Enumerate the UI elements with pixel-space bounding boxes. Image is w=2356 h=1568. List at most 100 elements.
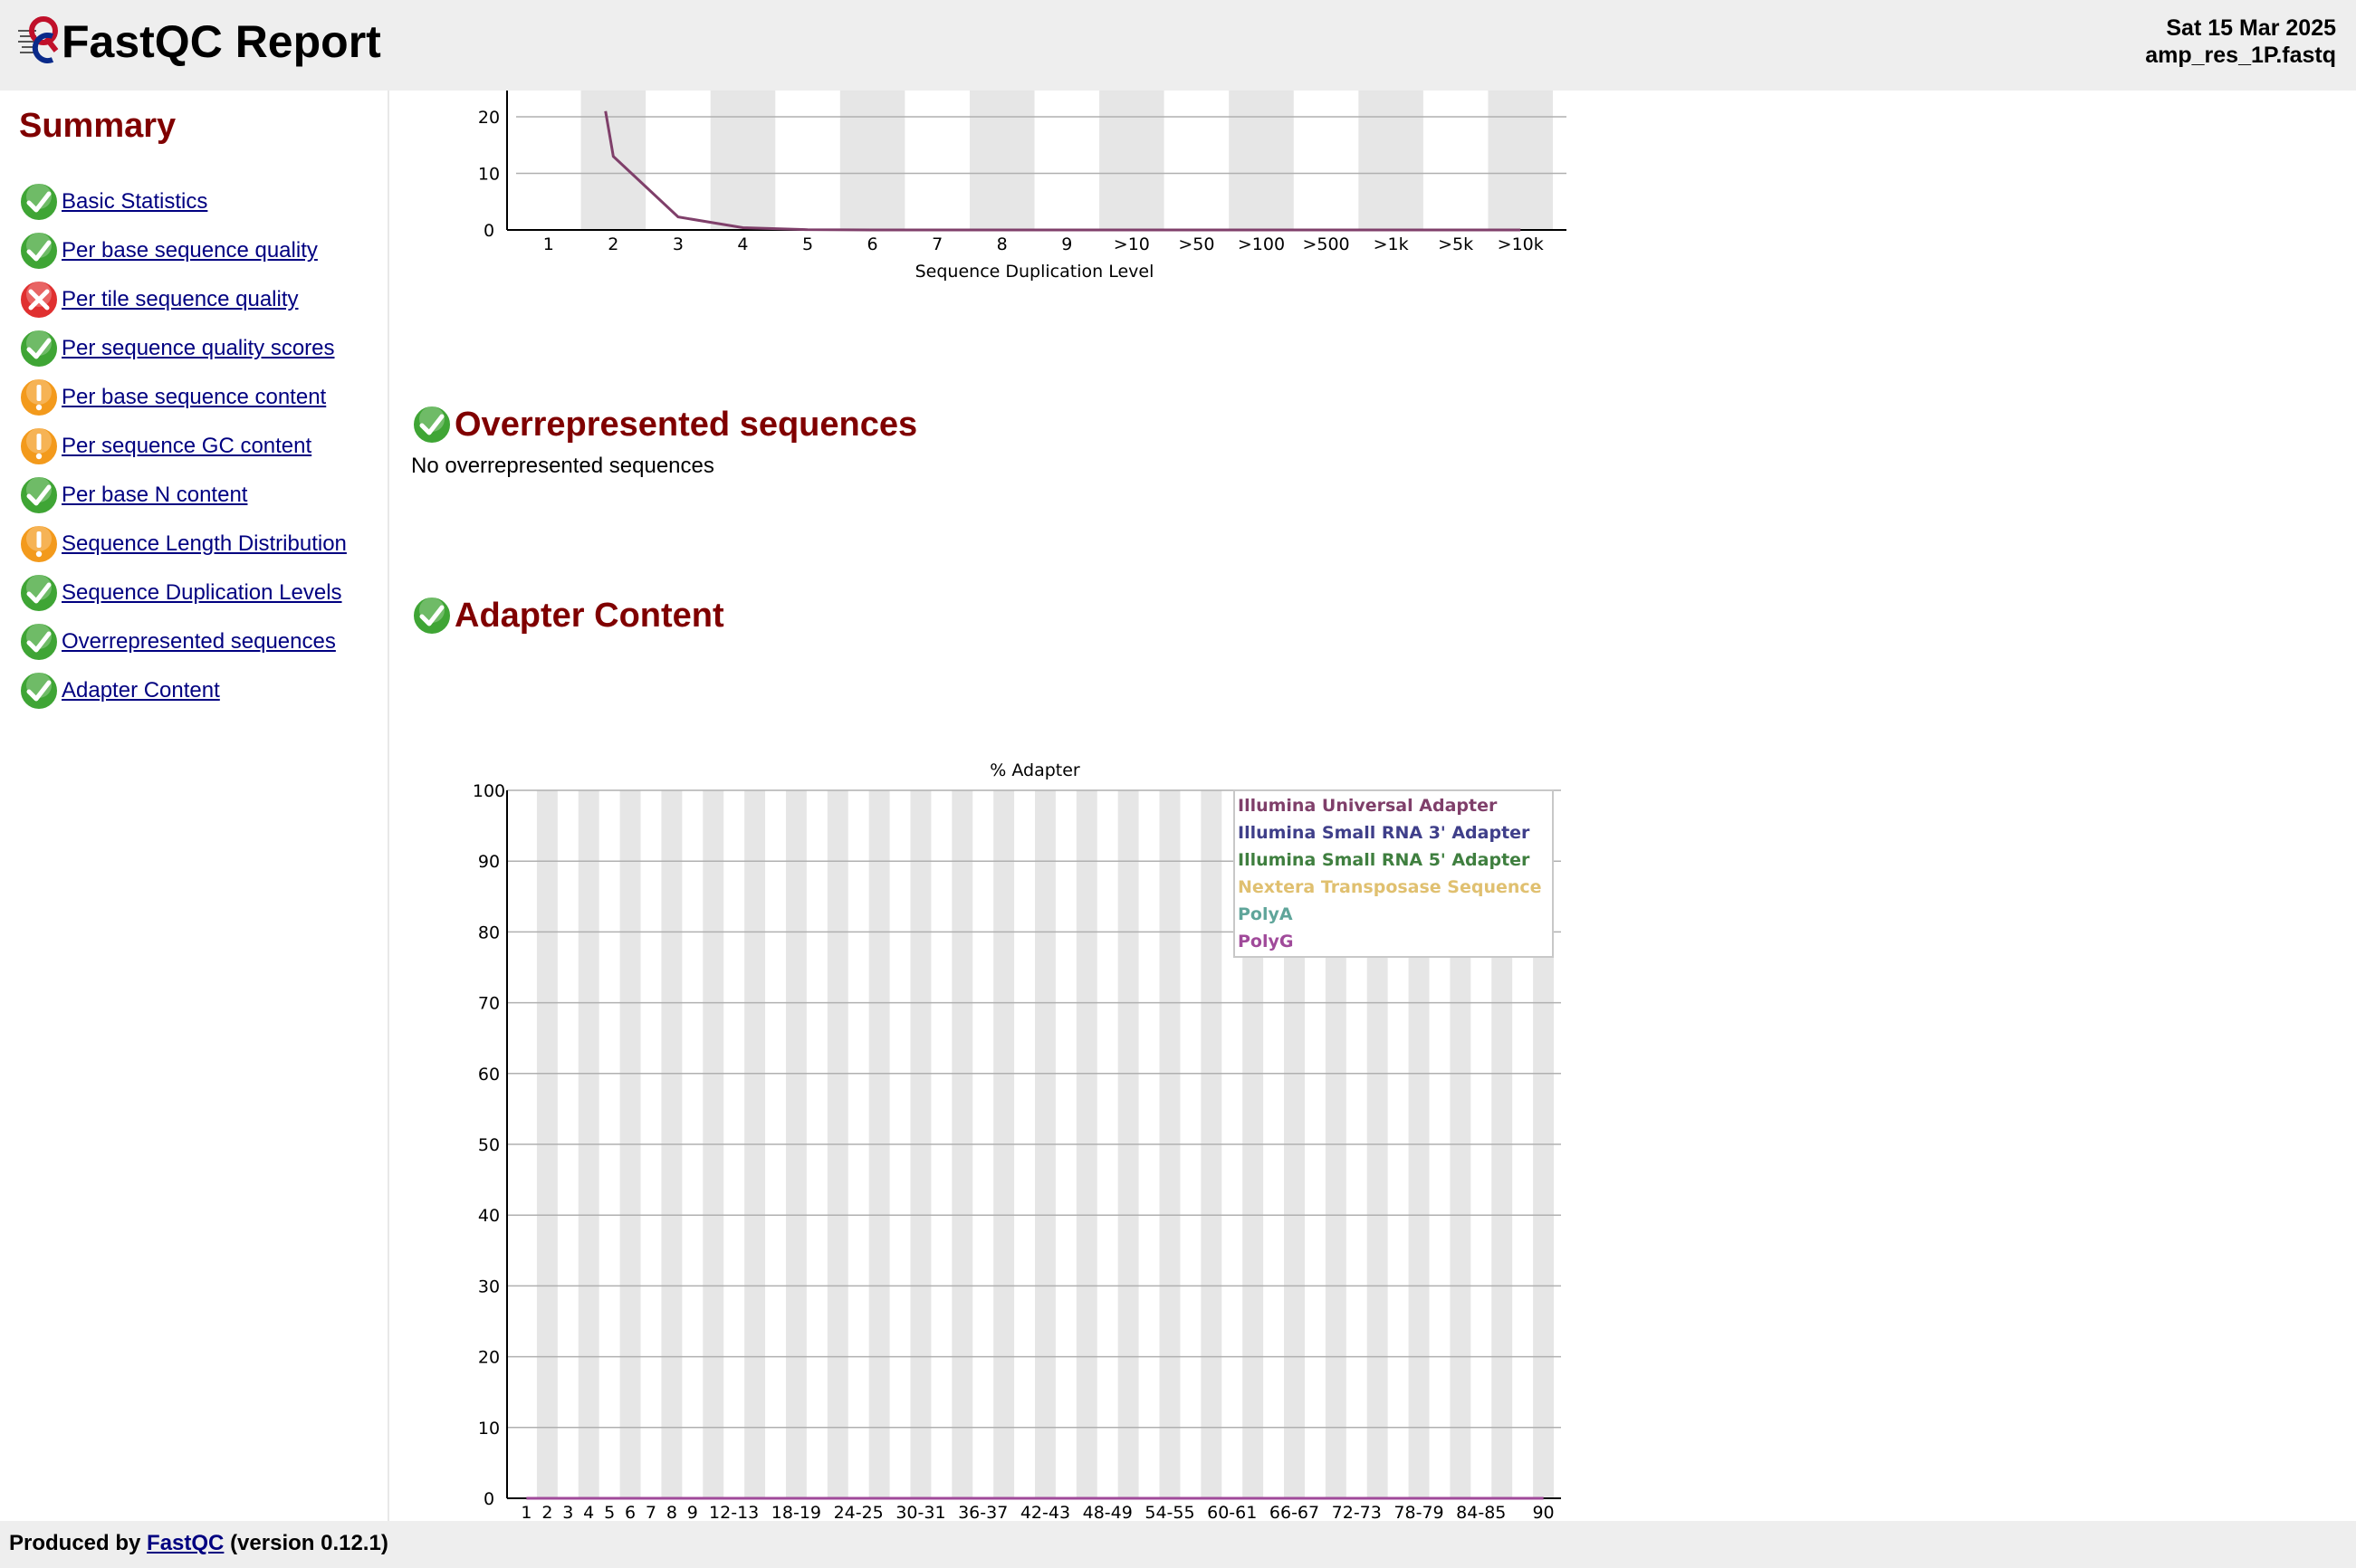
y-tick-label: 20 bbox=[478, 108, 500, 128]
chart-band bbox=[710, 91, 776, 230]
summary-link-sequence-length-distribution[interactable]: Sequence Length Distribution bbox=[62, 531, 347, 558]
summary-item-sequence-duplication-levels: Sequence Duplication Levels bbox=[18, 569, 347, 617]
summary-link-per-sequence-gc-content[interactable]: Per sequence GC content bbox=[62, 433, 311, 460]
adapter-content-title: Adapter Content bbox=[455, 597, 724, 635]
summary-link-per-tile-sequence-quality[interactable]: Per tile sequence quality bbox=[62, 286, 299, 313]
summary-item-basic-statistics: Basic Statistics bbox=[18, 177, 347, 226]
x-tick-label: 5 bbox=[604, 1503, 615, 1521]
legend-entry: PolyA bbox=[1238, 904, 1293, 924]
x-tick-label: 3 bbox=[673, 234, 684, 254]
overrepresented-title: Overrepresented sequences bbox=[455, 406, 918, 444]
summary-link-overrepresented-sequences[interactable]: Overrepresented sequences bbox=[62, 628, 336, 655]
x-tick-label: >500 bbox=[1302, 234, 1349, 254]
x-tick-label: 7 bbox=[932, 234, 943, 254]
summary-list: Basic Statistics Per base sequence quali… bbox=[18, 177, 347, 715]
x-tick-label: 36-37 bbox=[958, 1503, 1008, 1521]
summary-heading: Summary bbox=[19, 107, 177, 145]
x-tick-label: 1 bbox=[521, 1503, 532, 1521]
y-tick-label: 70 bbox=[478, 994, 500, 1014]
x-tick-label: 6 bbox=[867, 234, 878, 254]
summary-link-per-sequence-quality-scores[interactable]: Per sequence quality scores bbox=[62, 335, 335, 362]
legend-entry: Illumina Small RNA 5' Adapter bbox=[1238, 850, 1530, 870]
report-main[interactable]: 20 10 0 1 2 3 4 5 6 7 8 9 >10 >50 >100 >500 >1k >5k >10k Se… bbox=[389, 91, 2356, 1521]
summary-item-per-sequence-gc-content: Per sequence GC content bbox=[18, 422, 347, 471]
fastqc-logo-icon bbox=[18, 16, 59, 63]
summary-item-per-base-sequence-quality: Per base sequence quality bbox=[18, 226, 347, 275]
x-axis-label: Sequence Duplication Level bbox=[915, 262, 1154, 282]
chart-title: % Adapter bbox=[990, 760, 1080, 780]
chart-band bbox=[580, 91, 646, 230]
footer-text: Produced by FastQC (version 0.12.1) bbox=[9, 1530, 388, 1557]
overrepresented-text: No overrepresented sequences bbox=[411, 454, 714, 478]
report-header: FastQC Report Sat 15 Mar 2025 amp_res_1P… bbox=[0, 0, 2356, 91]
pass-icon bbox=[19, 475, 59, 515]
x-tick-label: 5 bbox=[802, 234, 813, 254]
x-tick-label: 6 bbox=[625, 1503, 636, 1521]
legend-entry: Nextera Transposase Sequence bbox=[1238, 877, 1542, 897]
x-tick-label: 12-13 bbox=[709, 1503, 759, 1521]
summary-link-per-base-sequence-quality[interactable]: Per base sequence quality bbox=[62, 237, 318, 264]
x-tick-label: 48-49 bbox=[1083, 1503, 1133, 1521]
warn-icon bbox=[19, 378, 59, 417]
y-tick-label: 20 bbox=[478, 1348, 500, 1368]
x-tick-label: 60-61 bbox=[1207, 1503, 1257, 1521]
y-tick-label: 10 bbox=[478, 165, 500, 185]
x-tick-label: 2 bbox=[541, 1503, 552, 1521]
x-tick-label: 2 bbox=[608, 234, 618, 254]
summary-item-per-base-n-content: Per base N content bbox=[18, 471, 347, 520]
summary-link-basic-statistics[interactable]: Basic Statistics bbox=[62, 188, 207, 215]
legend-entry: PolyG bbox=[1238, 932, 1293, 951]
x-tick-label: 4 bbox=[737, 234, 748, 254]
x-tick-label: 90 bbox=[1532, 1503, 1554, 1521]
x-tick-label: 54-55 bbox=[1144, 1503, 1194, 1521]
adapter-content-heading: Adapter Content bbox=[411, 595, 724, 636]
x-tick-label: >100 bbox=[1238, 234, 1285, 254]
y-tick-label: 0 bbox=[484, 221, 494, 241]
x-tick-label: 7 bbox=[646, 1503, 656, 1521]
report-footer: Produced by FastQC (version 0.12.1) bbox=[0, 1521, 2356, 1568]
pass-icon bbox=[19, 622, 59, 662]
x-tick-label: >10 bbox=[1114, 234, 1150, 254]
chart-band bbox=[1099, 91, 1164, 230]
footer-suffix: (version 0.12.1) bbox=[230, 1531, 388, 1555]
y-tick-label: 0 bbox=[484, 1489, 494, 1509]
adapter-content-chart: % Adapter01020304050607080901001 2 3 4 5 6 7 8 9… bbox=[473, 760, 1561, 1521]
x-tick-label: 8 bbox=[997, 234, 1008, 254]
summary-item-adapter-content: Adapter Content bbox=[18, 666, 347, 715]
x-tick-label: 1 bbox=[543, 234, 554, 254]
summary-item-per-base-sequence-content: Per base sequence content bbox=[18, 373, 347, 422]
footer-prefix: Produced by bbox=[9, 1531, 141, 1555]
chart-band bbox=[1488, 91, 1553, 230]
pass-icon bbox=[19, 329, 59, 368]
y-tick-label: 50 bbox=[478, 1135, 500, 1155]
x-tick-label: >1k bbox=[1374, 234, 1409, 254]
legend-entry: Illumina Universal Adapter bbox=[1238, 796, 1498, 816]
report-date: Sat 15 Mar 2025 bbox=[2166, 15, 2336, 41]
report-title: FastQC Report bbox=[62, 16, 381, 67]
warn-icon bbox=[19, 426, 59, 466]
summary-link-adapter-content[interactable]: Adapter Content bbox=[62, 677, 220, 704]
summary-item-sequence-length-distribution: Sequence Length Distribution bbox=[18, 520, 347, 569]
summary-link-per-base-sequence-content[interactable]: Per base sequence content bbox=[62, 384, 326, 411]
x-tick-label: 3 bbox=[562, 1503, 573, 1521]
summary-link-per-base-n-content[interactable]: Per base N content bbox=[62, 482, 247, 509]
warn-icon bbox=[19, 524, 59, 564]
report-meta: Sat 15 Mar 2025 amp_res_1P.fastq bbox=[2145, 14, 2336, 69]
pass-icon bbox=[19, 231, 59, 271]
x-tick-label: 78-79 bbox=[1393, 1503, 1443, 1521]
y-tick-label: 100 bbox=[473, 781, 505, 801]
y-tick-label: 10 bbox=[478, 1419, 500, 1439]
x-tick-label: 72-73 bbox=[1332, 1503, 1382, 1521]
chart-band bbox=[839, 91, 905, 230]
pass-icon bbox=[19, 671, 59, 711]
chart-band bbox=[969, 91, 1035, 230]
y-tick-label: 60 bbox=[478, 1065, 500, 1085]
fail-icon bbox=[19, 280, 59, 320]
summary-item-per-tile-sequence-quality: Per tile sequence quality bbox=[18, 275, 347, 324]
x-tick-label: 8 bbox=[666, 1503, 677, 1521]
summary-link-sequence-duplication-levels[interactable]: Sequence Duplication Levels bbox=[62, 579, 342, 607]
fastqc-link[interactable]: FastQC bbox=[147, 1531, 224, 1555]
pass-icon bbox=[412, 405, 452, 445]
x-tick-label: 24-25 bbox=[834, 1503, 884, 1521]
report-filename: amp_res_1P.fastq bbox=[2145, 43, 2336, 68]
